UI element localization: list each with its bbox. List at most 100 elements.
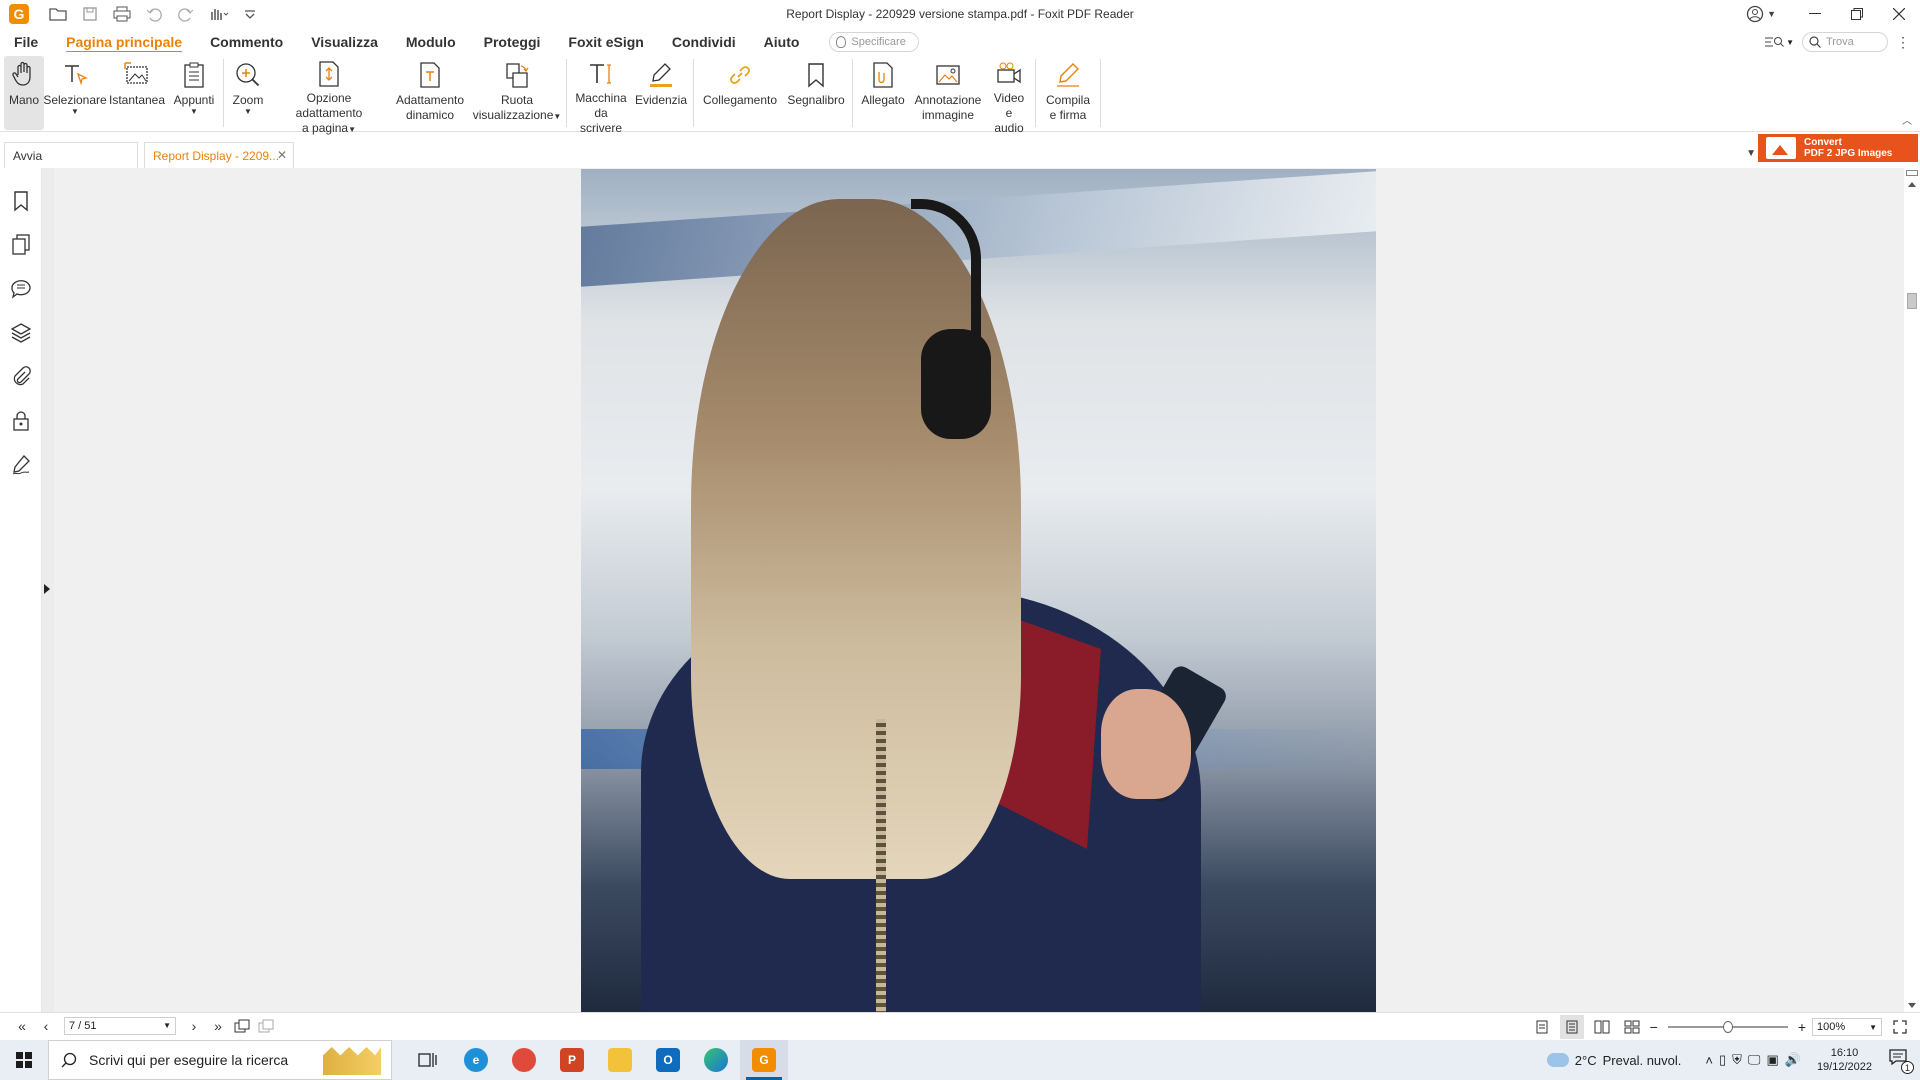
zoom-level-select[interactable]: 100% ▼ [1812, 1018, 1882, 1036]
first-page-button[interactable]: « [10, 1014, 34, 1038]
open-folder-icon[interactable] [47, 3, 69, 25]
rotate-view-button[interactable]: Ruota visualizzazione▼ [471, 56, 563, 130]
start-button[interactable] [0, 1040, 48, 1080]
menu-file[interactable]: File [0, 28, 52, 56]
video-audio-button[interactable]: Video e audio [986, 56, 1032, 135]
split-view-icon[interactable] [1906, 170, 1918, 176]
taskbar-app-generic[interactable] [500, 1040, 548, 1080]
search-options-icon[interactable]: ▼ [1764, 35, 1794, 49]
account-icon[interactable]: ▼ [1746, 5, 1776, 23]
pages-panel-icon[interactable] [10, 234, 32, 256]
print-icon[interactable] [111, 3, 133, 25]
foxit-logo-icon[interactable]: G [9, 4, 29, 24]
redo-icon[interactable] [175, 3, 197, 25]
highlight-button[interactable]: Evidenzia [632, 56, 690, 130]
app-circle-icon [512, 1048, 536, 1072]
collapse-ribbon-icon[interactable]: ︿ [1902, 112, 1912, 127]
zoom-slider-knob[interactable] [1722, 1021, 1733, 1033]
single-page-view-icon[interactable] [1530, 1015, 1554, 1039]
taskbar-powerpoint[interactable]: P [548, 1040, 596, 1080]
taskbar-search-input[interactable]: Scrivi qui per eseguire la ricerca [48, 1040, 392, 1080]
menu-comment[interactable]: Commento [196, 28, 297, 56]
tell-me-input[interactable]: Specificare [829, 32, 920, 52]
page-number-input[interactable]: 7 / 51 ▼ [64, 1016, 176, 1035]
undo-icon[interactable] [143, 3, 165, 25]
scroll-up-arrow[interactable] [1908, 182, 1916, 187]
hand-tool-button[interactable]: Mano [4, 56, 44, 130]
tab-document[interactable]: Report Display - 2209... ✕ [144, 142, 294, 168]
menu-esign[interactable]: Foxit eSign [554, 28, 657, 56]
panel-toggle-handle[interactable] [42, 168, 54, 1012]
security-panel-icon[interactable] [10, 410, 32, 432]
taskbar-internet-explorer[interactable]: e [452, 1040, 500, 1080]
weather-cloud-icon[interactable] [1540, 1047, 1569, 1067]
taskbar-outlook[interactable]: O [644, 1040, 692, 1080]
zoom-out-button[interactable]: − [1650, 1019, 1658, 1035]
convert-pdf-jpg-button[interactable]: Convert PDF 2 JPG Images [1758, 134, 1918, 162]
snapshot-button[interactable]: Istantanea [106, 56, 168, 130]
continuous-facing-view-icon[interactable] [1620, 1015, 1644, 1039]
comments-panel-icon[interactable] [10, 278, 32, 300]
weather-description[interactable]: Preval. nuvol. [1603, 1053, 1682, 1068]
vertical-scrollbar[interactable] [1904, 168, 1920, 1012]
zoom-button[interactable]: Zoom ▼ [227, 56, 269, 130]
defender-icon[interactable]: ⛨ [1732, 1052, 1742, 1068]
zoom-in-button[interactable]: + [1798, 1019, 1806, 1035]
menu-form[interactable]: Modulo [392, 28, 470, 56]
find-input[interactable]: Trova [1802, 32, 1888, 52]
zoom-slider[interactable] [1667, 1021, 1788, 1033]
menu-protect[interactable]: Proteggi [470, 28, 555, 56]
attachment-button[interactable]: Allegato [856, 56, 910, 130]
restore-button[interactable] [1836, 0, 1878, 28]
clipboard-button[interactable]: Appunti ▼ [168, 56, 220, 130]
bookmark-button[interactable]: Segnalibro [783, 56, 849, 130]
notifications-icon[interactable]: 1 [1888, 1048, 1914, 1074]
tabs-dropdown-icon[interactable]: ▼ [1746, 148, 1756, 159]
fit-page-button[interactable]: Opzione adattamento a pagina▼ [269, 56, 389, 135]
menu-share[interactable]: Condividi [658, 28, 750, 56]
signature-panel-icon[interactable] [10, 454, 32, 476]
close-tab-icon[interactable]: ✕ [277, 148, 287, 162]
clock[interactable]: 16:10 19/12/2022 [1817, 1046, 1872, 1074]
customize-toolbar-icon[interactable] [239, 3, 261, 25]
menu-help[interactable]: Aiuto [750, 28, 814, 56]
previous-page-button[interactable]: ‹ [34, 1014, 58, 1038]
weather-temp[interactable]: 2°C [1575, 1053, 1597, 1068]
minimize-button[interactable] [1794, 0, 1836, 28]
close-window-button[interactable] [1878, 0, 1920, 28]
chevron-up-icon[interactable]: ˄ [1705, 1053, 1713, 1068]
menu-home[interactable]: Pagina principale [52, 28, 196, 56]
attachments-panel-icon[interactable] [10, 366, 32, 388]
scroll-thumb[interactable] [1907, 293, 1917, 309]
continuous-view-icon[interactable] [1559, 1015, 1584, 1039]
task-view-button[interactable] [404, 1040, 452, 1080]
usb-icon[interactable]: ▯ [1719, 1052, 1726, 1068]
reflow-button[interactable]: Adattamento dinamico [389, 56, 471, 130]
volume-icon[interactable]: 🔊 [1785, 1052, 1801, 1068]
typewriter-button[interactable]: Macchina da scrivere [570, 56, 632, 135]
bookmarks-panel-icon[interactable] [10, 190, 32, 212]
tab-start[interactable]: Avvia [4, 142, 138, 168]
image-annotation-button[interactable]: Annotazione immagine [910, 56, 986, 130]
document-viewport[interactable] [54, 168, 1904, 1012]
next-page-button[interactable]: › [182, 1014, 206, 1038]
save-icon[interactable] [79, 3, 101, 25]
more-options-icon[interactable]: ⋮ [1896, 34, 1910, 51]
next-view-icon[interactable] [254, 1014, 278, 1038]
fill-sign-button[interactable]: Compila e firma [1039, 56, 1097, 130]
facing-view-icon[interactable] [1590, 1015, 1614, 1039]
network-icon[interactable]: 🖵 [1748, 1052, 1761, 1068]
taskbar-foxit-reader[interactable]: G [740, 1040, 788, 1080]
taskbar-edge[interactable] [692, 1040, 740, 1080]
hand-tool-dropdown-icon[interactable] [207, 3, 229, 25]
previous-view-icon[interactable] [230, 1014, 254, 1038]
link-button[interactable]: Collegamento [697, 56, 783, 130]
select-tool-button[interactable]: Selezionare ▼ [43, 56, 107, 130]
scroll-down-arrow[interactable] [1908, 1003, 1916, 1008]
layers-panel-icon[interactable] [10, 322, 32, 344]
last-page-button[interactable]: » [206, 1014, 230, 1038]
device-icon[interactable]: ▣ [1766, 1052, 1778, 1068]
menu-view[interactable]: Visualizza [297, 28, 392, 56]
fullscreen-icon[interactable] [1888, 1015, 1912, 1039]
taskbar-file-explorer[interactable] [596, 1040, 644, 1080]
